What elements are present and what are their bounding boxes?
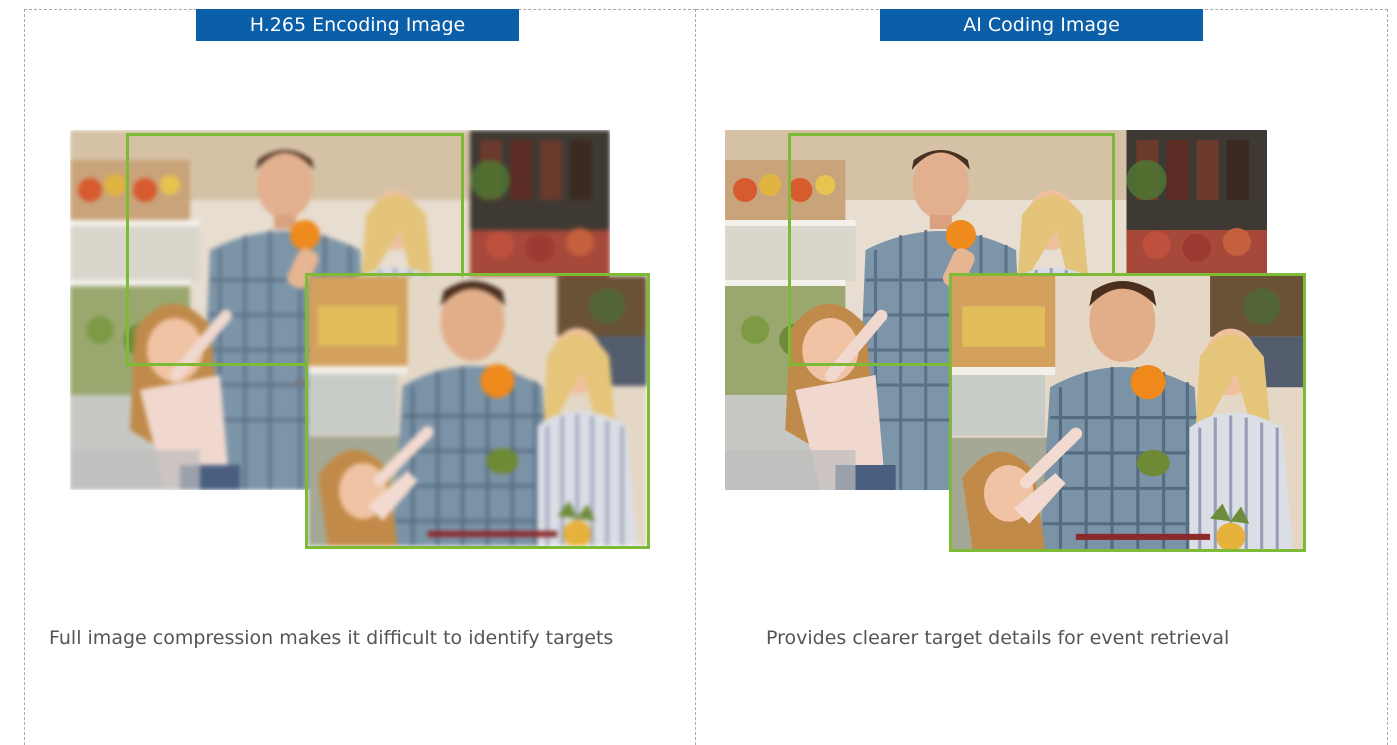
ai-caption: Provides clearer target details for even… bbox=[766, 627, 1230, 649]
ai-coding-title: AI Coding Image bbox=[880, 9, 1203, 41]
h265-zoomed-image bbox=[305, 273, 650, 549]
h265-title: H.265 Encoding Image bbox=[196, 9, 519, 41]
ai-zoomed-image bbox=[949, 273, 1306, 552]
h265-caption: Full image compression makes it difficul… bbox=[49, 627, 614, 649]
